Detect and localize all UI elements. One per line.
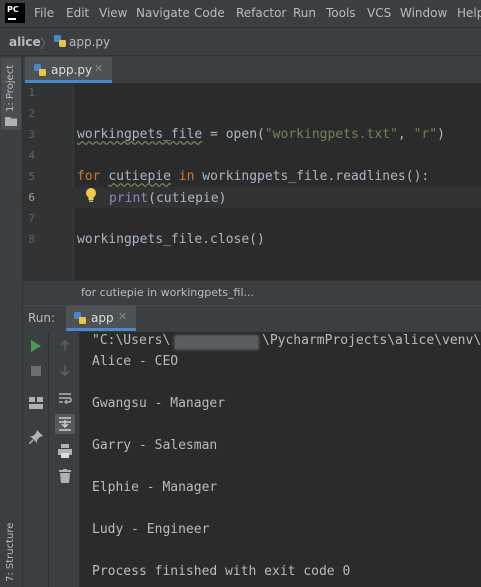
- menu-code[interactable]: Code: [194, 6, 225, 20]
- line-number: 3: [28, 128, 35, 141]
- line-number-current: 6: [28, 191, 35, 204]
- console-exit-message: Process finished with exit code 0: [92, 564, 351, 579]
- breadcrumb-project[interactable]: alice: [9, 35, 41, 49]
- console-output-line: Garry - Salesman: [92, 438, 218, 453]
- console-output-line: Alice - CEO: [92, 354, 179, 369]
- console-command-suffix: \PycharmProjects\alice\venv\: [262, 333, 481, 348]
- code-line-8[interactable]: workingpets_file.close(): [77, 232, 265, 247]
- line-number: 2: [28, 107, 35, 120]
- code-token: workingpets_file: [77, 127, 203, 142]
- python-file-icon: [34, 64, 46, 76]
- code-string: "r": [413, 127, 438, 142]
- run-label: Run:: [28, 311, 56, 325]
- scroll-to-end-icon: [59, 417, 71, 431]
- chevron-right-icon: 〉: [40, 37, 54, 52]
- python-file-icon: [74, 312, 86, 324]
- line-number: 8: [28, 233, 35, 246]
- soft-wrap-icon[interactable]: [58, 392, 72, 404]
- line-number: 7: [28, 212, 35, 225]
- structure-tab-label[interactable]: 7: Structure: [5, 523, 16, 582]
- code-token: workingpets_file.readlines():: [202, 169, 430, 184]
- redacted-username: [174, 335, 259, 350]
- line-number: 5: [28, 170, 35, 183]
- run-tab-label: app: [91, 311, 114, 325]
- python-file-icon: [54, 35, 66, 47]
- close-icon[interactable]: ✕: [94, 62, 103, 75]
- code-token: (cutiepie): [148, 191, 227, 206]
- console-output-line: Gwangsu - Manager: [92, 396, 226, 411]
- breadcrumb-file[interactable]: app.py: [69, 35, 110, 49]
- menu-tools[interactable]: Tools: [326, 6, 356, 20]
- menu-window[interactable]: Window: [400, 6, 447, 20]
- menu-help[interactable]: Help: [457, 6, 481, 20]
- code-builtin: print: [109, 191, 149, 206]
- code-token: ,: [397, 127, 414, 142]
- console-command-prefix: "C:\Users\: [92, 333, 171, 348]
- code-token: ): [437, 127, 445, 142]
- code-string: "workingpets.txt": [264, 127, 398, 142]
- arrow-up-icon[interactable]: [59, 340, 71, 352]
- menu-file[interactable]: File: [34, 6, 54, 20]
- run-console[interactable]: [80, 332, 481, 587]
- code-token: cutiepie: [108, 169, 171, 184]
- arrow-down-icon[interactable]: [59, 364, 71, 376]
- code-token: =: [202, 127, 226, 142]
- code-token: workingpets_file.close(): [77, 232, 265, 247]
- console-output-line: Elphie - Manager: [92, 480, 218, 495]
- menu-refactor[interactable]: Refactor: [236, 6, 286, 20]
- menu-navigate[interactable]: Navigate: [136, 6, 190, 20]
- menu-edit[interactable]: Edit: [66, 6, 89, 20]
- lightbulb-icon[interactable]: [84, 187, 98, 203]
- print-icon[interactable]: [58, 444, 72, 458]
- menu-vcs[interactable]: VCS: [367, 6, 391, 20]
- menu-run[interactable]: Run: [293, 6, 316, 20]
- tab-label: app.py: [51, 63, 93, 77]
- code-keyword: for: [77, 169, 101, 184]
- pin-icon[interactable]: [29, 430, 43, 444]
- code-breadcrumb[interactable]: for cutiepie in workingpets_fil...: [81, 286, 254, 299]
- code-line-6[interactable]: print(cutiepie): [109, 191, 226, 206]
- rerun-play-icon[interactable]: [30, 339, 42, 353]
- code-line-5[interactable]: for cutiepie in workingpets_file.readlin…: [77, 169, 429, 184]
- menu-view[interactable]: View: [99, 6, 127, 20]
- code-keyword: in: [178, 169, 195, 184]
- layout-icon[interactable]: [29, 397, 43, 409]
- line-number: 1: [28, 86, 35, 99]
- stop-icon[interactable]: [30, 365, 42, 377]
- trash-icon[interactable]: [59, 469, 71, 483]
- console-output-line: Ludy - Engineer: [92, 522, 210, 537]
- code-token: open(: [225, 127, 265, 142]
- code-line-3[interactable]: workingpets_file = open("workingpets.txt…: [77, 127, 445, 142]
- line-number: 4: [28, 149, 35, 162]
- pycharm-logo-icon: PC: [5, 3, 25, 23]
- close-icon[interactable]: ✕: [118, 310, 127, 323]
